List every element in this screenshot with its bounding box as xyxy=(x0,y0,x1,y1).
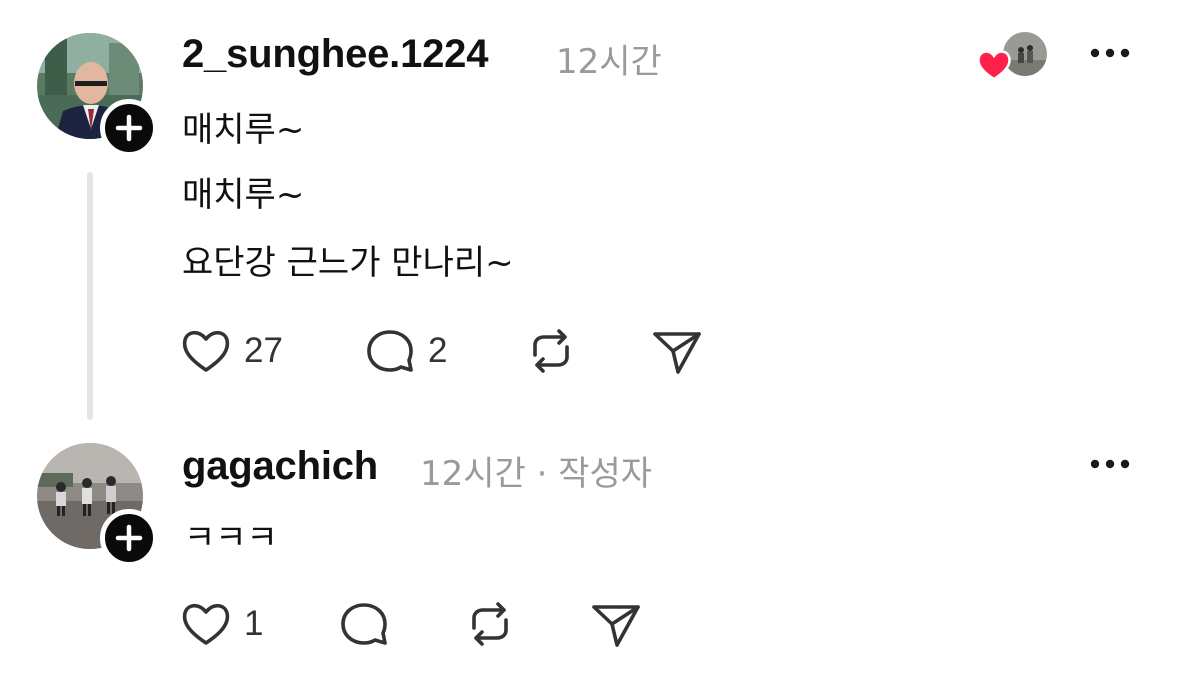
author-reply-meta: 12시간 · 작성자 xyxy=(420,454,653,494)
thread-line xyxy=(87,172,93,420)
repost-icon xyxy=(533,329,569,373)
author-reply-text: ㅋㅋㅋ xyxy=(184,518,278,558)
more-dots-icon xyxy=(1090,48,1130,58)
like-button[interactable]: 27 xyxy=(180,325,283,377)
comment-count: 2 xyxy=(428,331,448,370)
like-button[interactable]: 1 xyxy=(180,598,263,650)
like-count: 27 xyxy=(244,331,283,370)
paper-plane-icon xyxy=(592,605,640,647)
username-gagachich[interactable]: gagachich xyxy=(182,444,378,489)
share-button[interactable] xyxy=(651,325,703,377)
reply-text-line: 요단강 근느가 만나리~ xyxy=(182,243,514,283)
repost-button[interactable] xyxy=(464,598,516,650)
reply-text-line: 매치루~ xyxy=(182,175,305,215)
repost-button[interactable] xyxy=(525,325,577,377)
comment-button[interactable] xyxy=(338,598,390,650)
speech-bubble-icon xyxy=(367,330,413,372)
more-dots-icon xyxy=(1090,459,1130,469)
more-options-button[interactable] xyxy=(1086,452,1134,476)
username-sunghee[interactable]: 2_sunghee.1224 xyxy=(182,32,488,77)
comment-button[interactable]: 2 xyxy=(364,325,447,377)
heart-icon xyxy=(977,50,1011,81)
follow-button[interactable] xyxy=(100,99,158,157)
plus-icon xyxy=(115,114,143,142)
heart-outline-icon xyxy=(182,603,230,645)
paper-plane-icon xyxy=(653,332,701,374)
speech-bubble-icon xyxy=(341,603,387,645)
like-count: 1 xyxy=(244,604,264,643)
reply-time: 12시간 xyxy=(556,42,662,82)
follow-button[interactable] xyxy=(100,509,158,567)
repost-icon xyxy=(472,602,508,646)
share-button[interactable] xyxy=(590,598,642,650)
reply-text-line: 매치루~ xyxy=(182,110,305,150)
plus-icon xyxy=(115,524,143,552)
more-options-button[interactable] xyxy=(1086,41,1134,65)
heart-outline-icon xyxy=(182,330,230,372)
